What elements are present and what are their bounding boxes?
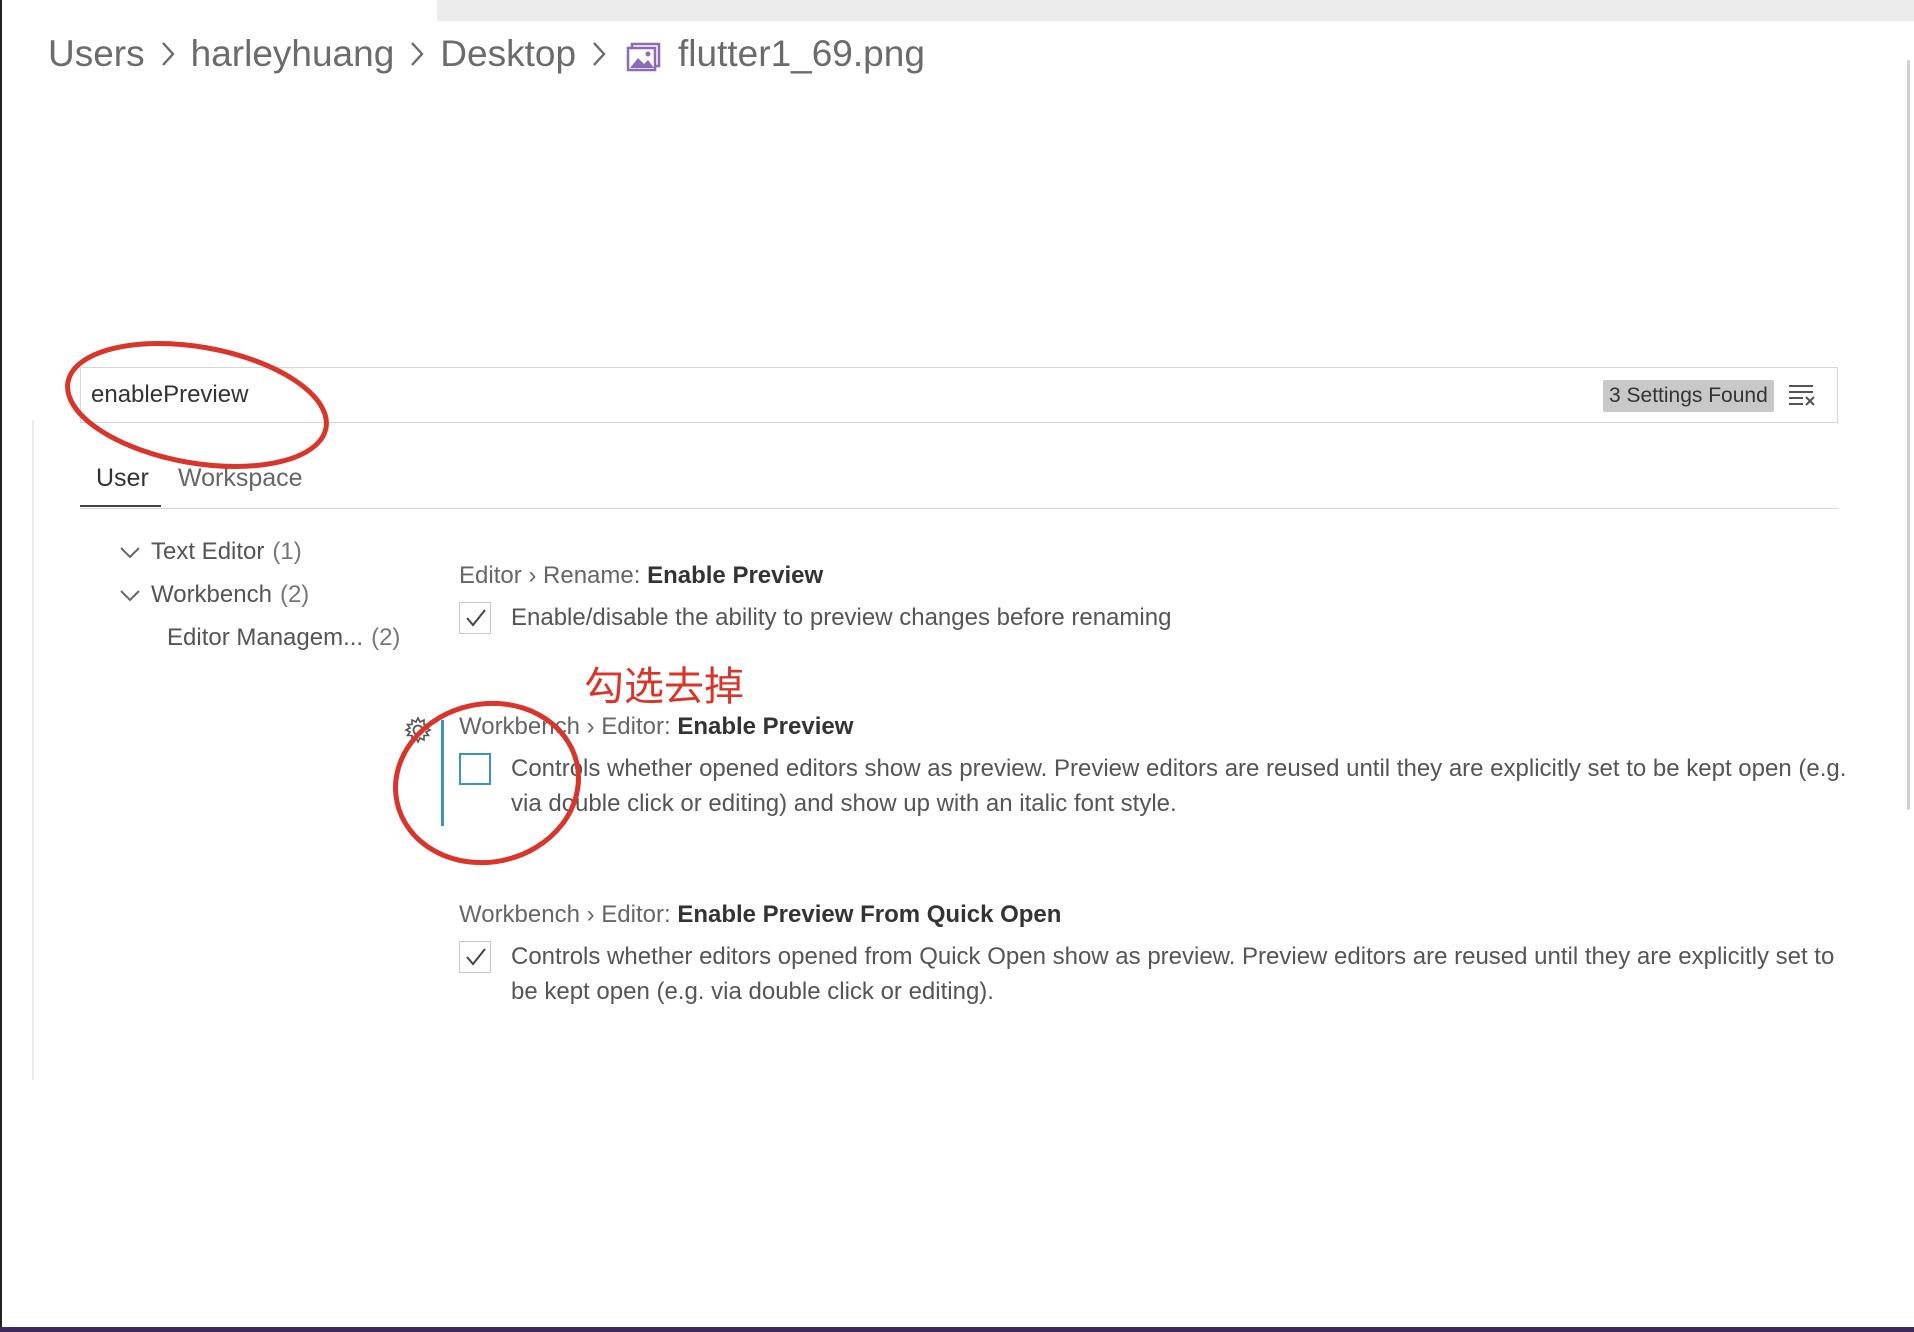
setting-category: Workbench › Editor: — [459, 901, 678, 928]
scrollbar[interactable] — [1907, 60, 1910, 810]
checkmark-icon — [466, 609, 486, 627]
toc-label: Text Editor — [151, 538, 265, 565]
toc-count: (2) — [279, 581, 310, 608]
toc-item-workbench[interactable]: Workbench (2) — [119, 581, 309, 609]
settings-panel-border — [32, 420, 34, 1080]
toc-item-text-editor[interactable]: Text Editor (1) — [119, 538, 302, 566]
chevron-right-icon — [576, 34, 622, 74]
setting-category: Editor › Rename: — [459, 562, 648, 589]
toc-count: (2) — [371, 624, 401, 651]
chevron-down-icon — [120, 547, 140, 559]
setting-name: Enable Preview — [647, 562, 824, 589]
window-bottom-border — [0, 1327, 1914, 1332]
toc-label: Editor Managem... — [167, 624, 364, 651]
annotation-note: 勾选去掉 — [584, 664, 744, 710]
setting-description: Controls whether editors opened from Qui… — [511, 943, 1835, 1005]
setting-name: Enable Preview From Quick Open — [677, 901, 1062, 928]
setting-title: Workbench › Editor: Enable Preview — [459, 709, 1854, 745]
setting-workbench-editor-enable-preview-from-quick-open: Workbench › Editor: Enable Preview From … — [459, 897, 1854, 1009]
breadcrumb-item-user[interactable]: harleyhuang — [191, 33, 395, 75]
setting-editor-rename-enable-preview: Editor › Rename: Enable Preview Enable/d… — [459, 558, 1854, 635]
results-count-badge: 3 Settings Found — [1603, 380, 1774, 412]
settings-scope-tabs: User Workspace — [80, 455, 1838, 509]
checkmark-icon — [466, 948, 486, 966]
setting-name: Enable Preview — [677, 713, 854, 740]
toc-item-editor-management[interactable]: Editor Managem... (2) — [167, 624, 400, 652]
breadcrumb-item-desktop[interactable]: Desktop — [440, 33, 576, 75]
clear-filter-icon[interactable] — [1787, 382, 1817, 408]
active-tab-indicator — [80, 505, 161, 507]
breadcrumb: Users harleyhuang Desktop flutter1_69.pn… — [48, 28, 925, 80]
breadcrumb-item-users[interactable]: Users — [48, 33, 145, 75]
toc-label: Workbench — [151, 581, 272, 608]
top-toolbar-strip — [437, 0, 1914, 21]
chevron-right-icon — [145, 34, 191, 74]
breadcrumb-item-file[interactable]: flutter1_69.png — [678, 33, 925, 75]
setting-checkbox[interactable] — [459, 941, 491, 973]
window-left-border — [0, 0, 2, 1332]
annotation-circle-checkbox — [393, 700, 581, 866]
setting-checkbox[interactable] — [459, 602, 491, 634]
setting-title: Editor › Rename: Enable Preview — [459, 558, 1854, 594]
setting-title: Workbench › Editor: Enable Preview From … — [459, 897, 1854, 933]
settings-search-input[interactable]: enablePreview 3 Settings Found — [80, 367, 1838, 423]
annotation-circle-search — [65, 341, 329, 469]
setting-workbench-editor-enable-preview: Workbench › Editor: Enable Preview Contr… — [459, 709, 1854, 821]
chevron-down-icon — [120, 590, 140, 602]
setting-description: Controls whether opened editors show as … — [511, 755, 1847, 817]
image-file-icon — [626, 39, 662, 72]
chevron-right-icon — [394, 34, 440, 74]
toc-count: (1) — [272, 538, 302, 565]
setting-description: Enable/disable the ability to preview ch… — [511, 604, 1172, 631]
